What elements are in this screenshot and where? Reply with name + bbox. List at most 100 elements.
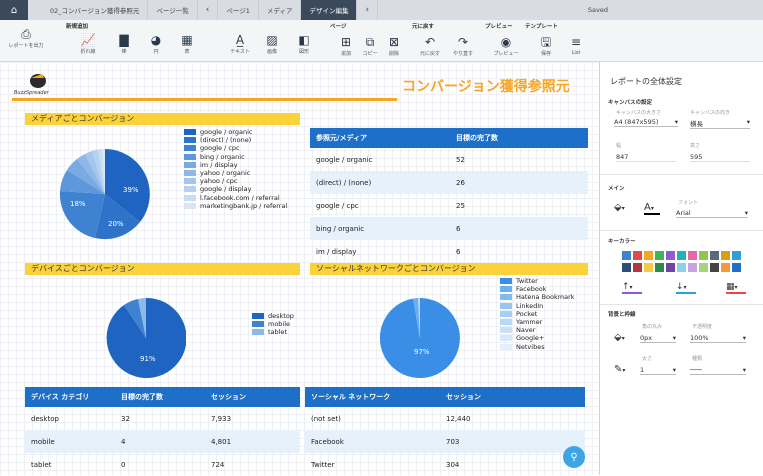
copy-icon: ⧉ bbox=[365, 35, 375, 49]
table-icon: ▦ bbox=[726, 282, 735, 292]
brand-name: BuzzSpreader bbox=[14, 90, 49, 96]
divider bbox=[600, 174, 763, 175]
divider bbox=[600, 304, 763, 305]
search-icon: ⚲ bbox=[570, 451, 578, 463]
font-color-button[interactable]: A▾ bbox=[644, 202, 660, 215]
opacity-select[interactable]: 100% ▾ bbox=[690, 334, 746, 343]
chevron-down-icon: ▾ bbox=[742, 366, 746, 374]
table-row: tablet 0 724 bbox=[31, 460, 225, 469]
col-header: 目標の完了数 bbox=[450, 128, 588, 148]
legend-item: marketingbank.jp / referral bbox=[184, 202, 287, 210]
legend-item: l.facebook.com / referral bbox=[184, 194, 287, 202]
table-row: desktop 32 7,933 bbox=[31, 414, 232, 423]
group-template: テンプレート bbox=[525, 24, 558, 30]
width-field[interactable]: 847 bbox=[616, 153, 676, 162]
group-undo: 元に戻す bbox=[412, 24, 435, 30]
canvas-size-label: キャンバスの大きさ bbox=[616, 110, 662, 116]
delete-page-button[interactable]: ⊠ 削除 bbox=[380, 34, 408, 57]
pie-label-39: 39% bbox=[123, 186, 139, 194]
bg-border-heading: 背景と枠線 bbox=[608, 312, 636, 318]
legend-item: google / cpc bbox=[184, 144, 287, 152]
table-row: im / display 6 bbox=[316, 247, 461, 256]
social-legend: Twitter Facebook Hatena Bookmark LinkedI… bbox=[500, 277, 575, 351]
report-canvas[interactable]: BuzzSpreader コンバージョン獲得参照元 メディアごとコンバージョン … bbox=[0, 62, 600, 475]
border-color-button[interactable]: ✎▾ bbox=[614, 364, 625, 375]
table-row: google / organic 52 bbox=[316, 155, 465, 164]
tab-design-edit[interactable]: デザイン編集 bbox=[301, 0, 358, 20]
group-preview: プレビュー bbox=[485, 24, 513, 30]
tab-report-name[interactable]: 02_コンバージョン獲得参照元 bbox=[28, 0, 149, 20]
bar-chart-button[interactable]: ▇ 棒 bbox=[110, 32, 138, 55]
canvas-orient-select[interactable]: 横長 ▾ bbox=[690, 118, 750, 129]
col-header: 参照元/メディア bbox=[310, 128, 450, 148]
col-header: デバイス カテゴリ bbox=[25, 387, 115, 407]
legend-item: yahoo / organic bbox=[184, 169, 287, 177]
color-swatches[interactable] bbox=[622, 251, 742, 275]
pie-label-91: 91% bbox=[140, 355, 156, 363]
key-color-palette[interactable] bbox=[622, 251, 742, 277]
text-icon: A̲ bbox=[235, 33, 245, 47]
prev-page-button[interactable]: ‹ bbox=[198, 0, 219, 20]
pie-chart-button[interactable]: ◕ 円 bbox=[142, 32, 170, 55]
font-select[interactable]: Arial ▾ bbox=[676, 209, 748, 218]
canvas-orient-label: キャンバスの向き bbox=[690, 110, 731, 116]
next-page-button[interactable]: › bbox=[357, 0, 379, 20]
shape-button[interactable]: ◧ 図形 bbox=[290, 32, 318, 55]
preview-button[interactable]: ◉ プレビュー bbox=[492, 34, 520, 57]
section-title-media: メディアごとコンバージョン bbox=[25, 113, 300, 125]
save-status: Saved bbox=[587, 6, 608, 14]
device-pie-chart: 91% bbox=[106, 298, 186, 378]
image-button[interactable]: ▨ 画像 bbox=[258, 32, 286, 55]
shape-icon: ◧ bbox=[298, 33, 310, 47]
redo-button[interactable]: ↷ やり直す bbox=[449, 34, 477, 57]
legend-item: Twitter bbox=[500, 277, 575, 285]
chevron-down-icon: ▾ bbox=[672, 366, 676, 374]
social-pie-chart: 97% bbox=[380, 298, 460, 378]
width-label: 幅 bbox=[616, 143, 622, 149]
home-icon[interactable]: ⌂ bbox=[0, 0, 28, 20]
col-header: ソーシャル ネットワーク bbox=[305, 387, 440, 407]
solid-line-icon: ─── bbox=[690, 366, 702, 374]
line-chart-icon: 📈 bbox=[80, 33, 96, 47]
legend-item: bing / organic bbox=[184, 153, 287, 161]
legend-item: (direct) / (none) bbox=[184, 136, 287, 144]
height-label: 高さ bbox=[690, 143, 701, 149]
group-page: ページ bbox=[330, 24, 347, 30]
bar-chart-icon: ▇ bbox=[119, 33, 129, 47]
chevron-down-icon: ▾ bbox=[674, 118, 678, 126]
down-color-button[interactable]: ↓▾ bbox=[676, 282, 696, 294]
tab-page-list[interactable]: ページ一覧 bbox=[148, 0, 198, 20]
undo-button[interactable]: ↶ 元に戻す bbox=[416, 34, 444, 57]
save-button[interactable]: 🖫 保存 bbox=[532, 34, 560, 57]
thickness-label: 太さ bbox=[642, 356, 653, 362]
table-icon: ▦ bbox=[181, 33, 193, 47]
pie-slice-desktop bbox=[106, 298, 186, 378]
zoom-button[interactable]: ⚲ bbox=[563, 446, 585, 468]
col-header: セッション bbox=[440, 387, 585, 407]
canvas-size-select[interactable]: A4 (847x595) ▾ bbox=[614, 118, 678, 127]
legend-item: tablet bbox=[252, 328, 294, 336]
line-chart-button[interactable]: 📈 折れ線 bbox=[74, 32, 102, 55]
fill-color-button[interactable]: ⬙▾ bbox=[614, 202, 625, 213]
legend-item: Yammer bbox=[500, 318, 575, 326]
settings-panel: レポートの全体設定 キャンバスの設定 キャンバスの大きさ A4 (847x595… bbox=[600, 62, 763, 475]
export-report-button[interactable]: ⎙ レポートを出力 bbox=[8, 26, 44, 49]
table-row: bing / organic 6 bbox=[310, 217, 588, 240]
export-icon: ⎙ bbox=[21, 27, 31, 41]
table-button[interactable]: ▦ 表 bbox=[173, 32, 201, 55]
list-button[interactable]: ≡ List bbox=[562, 34, 590, 56]
save-icon: 🖫 bbox=[540, 35, 552, 49]
thickness-select[interactable]: 1 ▾ bbox=[640, 366, 676, 375]
tab-page1[interactable]: ページ1 bbox=[218, 0, 259, 20]
toolbar-ribbon: 新規追加 ページ 元に戻す プレビュー テンプレート ⎙ レポートを出力 📈 折れ線… bbox=[0, 20, 763, 62]
height-field[interactable]: 595 bbox=[690, 153, 750, 162]
radius-select[interactable]: 0px ▾ bbox=[640, 334, 676, 343]
table-color-button[interactable]: ▦▾ bbox=[726, 282, 746, 294]
bg-fill-button[interactable]: ⬙▾ bbox=[614, 332, 625, 343]
line-type-select[interactable]: ─── ▾ bbox=[690, 366, 746, 375]
up-color-button[interactable]: ↑▾ bbox=[622, 282, 642, 294]
text-button[interactable]: A̲ テキスト bbox=[226, 32, 254, 55]
table-row: (not set) 12,440 bbox=[311, 414, 471, 423]
tab-media[interactable]: メディア bbox=[259, 0, 302, 20]
legend-item: google / display bbox=[184, 185, 287, 193]
